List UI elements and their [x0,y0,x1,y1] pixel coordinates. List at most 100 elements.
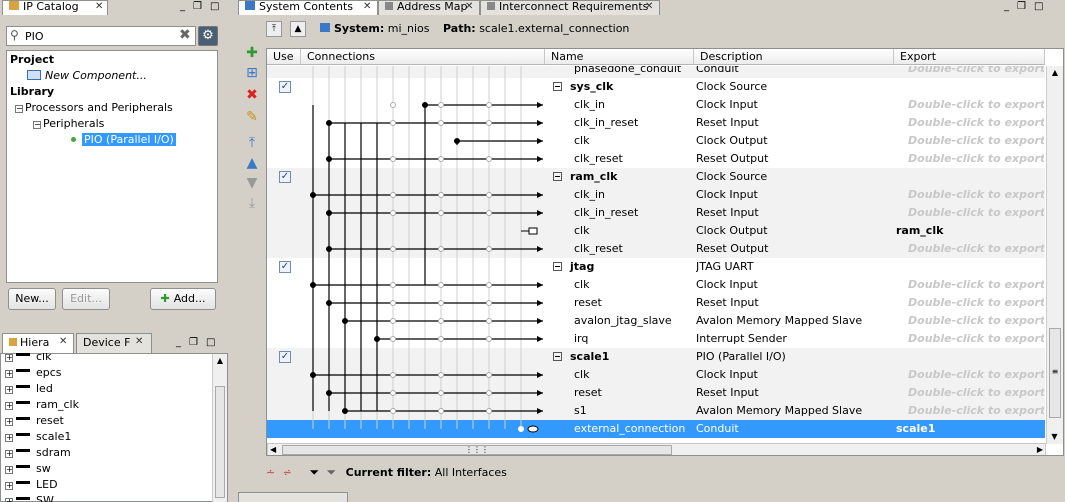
move-bottom-icon[interactable]: ⤓ [244,195,260,211]
hierarchy-item[interactable]: + reset [5,413,64,429]
row-export[interactable]: Double-click to export [908,96,1044,114]
row-export[interactable]: Double-click to export [908,240,1044,258]
hierarchy-item[interactable]: + led [5,381,53,397]
row-export[interactable]: Double-click to export [908,132,1044,150]
close-icon[interactable]: ✕ [645,1,653,13]
col-export[interactable]: Export [894,49,1045,65]
filter-ports-icon[interactable]: ⩫ [283,466,292,479]
col-connections[interactable]: Connections [301,49,545,65]
interface-row[interactable]: clk_in Clock Input Double-click to export [267,186,1045,204]
row-export[interactable]: Double-click to export [908,366,1044,384]
tree-pio[interactable]: PIO (Parallel I/O) [71,133,176,146]
collapse-icon[interactable] [553,172,562,181]
scroll-down-icon[interactable]: ▼ [1047,430,1062,444]
scroll-thumb[interactable]: ⋮⋮⋮ [282,445,672,455]
maximize-icon[interactable]: □ [1034,1,1043,12]
interface-row[interactable]: clk Clock Output Double-click to export [267,132,1045,150]
hierarchy-item[interactable]: + SW [5,493,54,502]
component-row[interactable]: ✓ ram_clk Clock Source [267,168,1045,186]
tree-project[interactable]: Project [10,53,54,66]
search-input[interactable] [25,28,175,44]
interface-row[interactable]: clk Clock Output ram_clk [267,222,1045,240]
row-export[interactable]: Double-click to export [908,150,1044,168]
scroll-thumb[interactable] [215,386,225,498]
interface-row[interactable]: avalon_jtag_slave Avalon Memory Mapped Sl… [267,312,1045,330]
row-export[interactable]: Double-click to export [908,114,1044,132]
tab-address-map[interactable]: Address Map ✕ [378,0,480,15]
move-down-icon[interactable]: ▼ [244,175,260,191]
close-icon[interactable]: ✕ [59,336,67,348]
vertical-scrollbar[interactable]: ▲ ≡ ▼ [1046,66,1063,444]
expand-all-button[interactable]: ▲ [290,21,306,37]
component-row[interactable]: ✓ sys_clk Clock Source [267,78,1045,96]
expand-icon[interactable]: + [5,370,13,378]
row-export[interactable]: Double-click to export [908,66,1044,78]
scroll-thumb[interactable]: ≡ [1049,328,1061,418]
row-export[interactable]: Double-click to export [908,330,1044,348]
restore-icon[interactable]: ❐ [189,337,198,348]
add-button[interactable]: ✚ Add... [150,288,216,310]
interface-row[interactable]: clk_reset Reset Output Double-click to exp… [267,240,1045,258]
close-icon[interactable]: ✕ [363,1,371,13]
hierarchy-item[interactable]: + scale1 [5,429,71,445]
interface-row[interactable]: external_connection Conduit scale1 [267,420,1045,438]
interface-row[interactable]: phasedone_conduit Conduit Double-click to … [267,66,1045,78]
row-export[interactable]: Double-click to export [908,294,1044,312]
row-export[interactable]: ram_clk [896,222,1032,240]
tree-peripherals[interactable]: − Peripherals [33,117,104,130]
expand-icon[interactable]: + [5,354,13,362]
maximize-icon[interactable]: □ [210,1,219,12]
interface-row[interactable]: clk Clock Input Double-click to export [267,366,1045,384]
scroll-up-icon[interactable]: ▲ [1047,66,1063,80]
scroll-left-icon[interactable]: ◀ [270,444,276,455]
scroll-right-icon[interactable]: ▶ [1037,444,1043,455]
interface-row[interactable]: clk_reset Reset Output Double-click to exp… [267,150,1045,168]
collapse-icon[interactable] [553,262,562,271]
minimize-icon[interactable]: _ [180,1,185,12]
close-icon[interactable]: ✕ [465,1,473,13]
col-use[interactable]: Use [267,49,301,65]
move-top-icon[interactable]: ⤒ [244,135,260,151]
horizontal-scrollbar[interactable]: ◀ ⋮⋮⋮ ▶ [267,443,1046,455]
collapse-icon[interactable] [553,352,562,361]
interface-row[interactable]: clk_in_reset Reset Input Double-click to e… [267,204,1045,222]
interface-row[interactable]: clk Clock Input Double-click to export [267,276,1045,294]
component-row[interactable]: ✓ jtag JTAG UART [267,258,1045,276]
hierarchy-item[interactable]: + clk [5,353,51,365]
tab-hierarchy[interactable]: Hiera ✕ [2,333,74,353]
col-name[interactable]: Name [545,49,694,65]
tree-processors[interactable]: − Processors and Peripherals [15,101,173,114]
hierarchy-scrollbar[interactable]: ▲ [212,354,227,502]
interface-row[interactable]: s1 Avalon Memory Mapped Slave Double-click… [267,402,1045,420]
tab-interconnect[interactable]: Interconnect Requirements ✕ [480,0,660,15]
tab-system-contents[interactable]: System Contents ✕ [238,0,378,15]
tree-library[interactable]: Library [10,85,54,98]
filter-connections-icon[interactable]: ⩪ [266,466,275,479]
collapse-icon[interactable]: − [15,105,23,113]
collapse-all-button[interactable]: ⤒ [266,21,282,37]
expand-icon[interactable]: + [5,450,13,458]
expand-icon[interactable]: + [5,466,13,474]
interface-row[interactable]: clk_in_reset Reset Input Double-click to e… [267,114,1045,132]
component-row[interactable]: ✓ scale1 PIO (Parallel I/O) [267,348,1045,366]
hierarchy-item[interactable]: + sdram [5,445,71,461]
close-icon[interactable]: ✕ [95,1,103,13]
use-checkbox[interactable]: ✓ [279,81,291,93]
edit-icon[interactable]: ✎ [244,109,260,125]
restore-icon[interactable]: ❐ [1017,1,1026,12]
tab-device-family[interactable]: Device F ✕ [76,333,152,353]
collapse-icon[interactable] [553,82,562,91]
row-export[interactable] [908,348,1044,366]
expand-icon[interactable]: + [5,386,13,394]
tab-ip-catalog[interactable]: IP Catalog ✕ [2,0,108,15]
search-options-button[interactable]: ⚙ [198,26,218,46]
col-description[interactable]: Description [694,49,894,65]
expand-icon[interactable]: + [5,498,13,502]
row-export[interactable]: Double-click to export [908,402,1044,420]
restore-icon[interactable]: ❐ [193,1,202,12]
filter-icon[interactable]: ⏷ [309,465,319,479]
row-export[interactable]: Double-click to export [908,312,1044,330]
minimize-icon[interactable]: _ [176,337,181,348]
row-export[interactable]: Double-click to export [908,384,1044,402]
add-connection-icon[interactable]: ✚ [244,45,260,61]
